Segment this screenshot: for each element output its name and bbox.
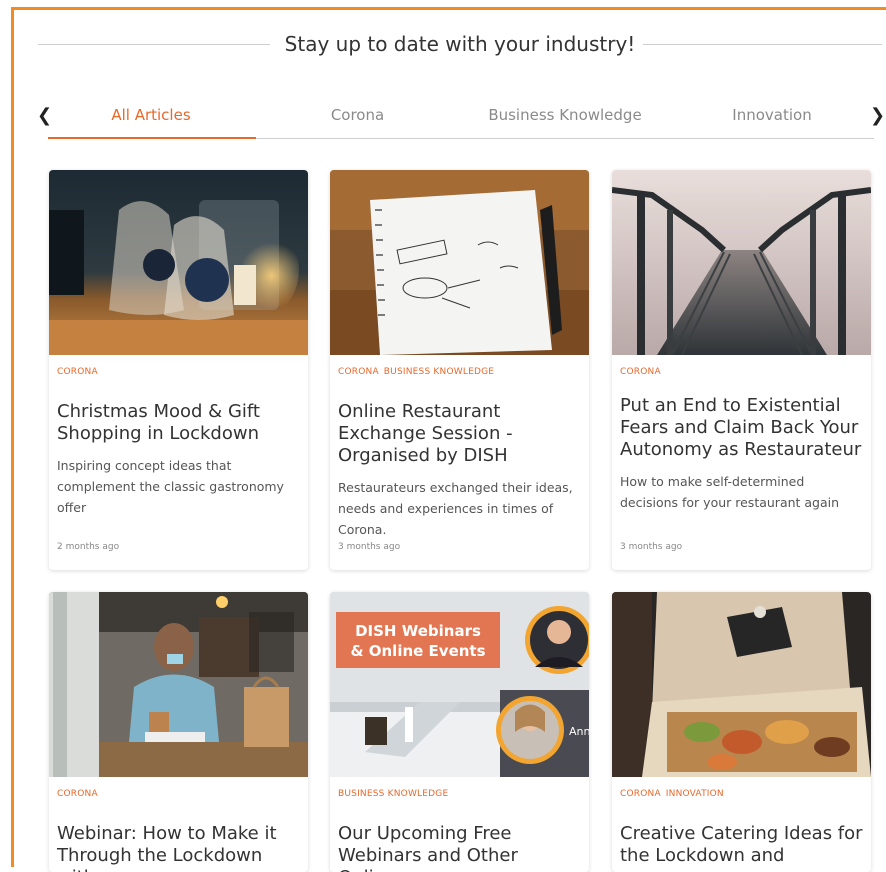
tag-label[interactable]: BUSINESS KNOWLEDGE — [338, 789, 448, 799]
article-title[interactable]: Put an End to Existential Fears and Clai… — [620, 395, 863, 461]
gift-bags-photo — [49, 170, 308, 355]
foggy-bridge-photo — [612, 170, 871, 355]
article-title[interactable]: Webinar: How to Make it Through the Lock… — [57, 823, 300, 872]
webinar-banner: DISH Webinars & Online Events Ann — [330, 592, 589, 777]
catering-box-photo — [612, 592, 871, 777]
article-date: 3 months ago — [338, 542, 401, 552]
article-card[interactable]: CORONA Put an End to Existential Fears a… — [612, 170, 871, 570]
active-tab-indicator — [48, 137, 256, 139]
section-header: Stay up to date with your industry! — [38, 30, 882, 60]
tag-label[interactable]: CORONA — [620, 789, 661, 799]
article-card[interactable]: CORONA BUSINESS KNOWLEDGE Online Restaura… — [330, 170, 589, 570]
banner-title: DISH Webinars — [355, 622, 481, 640]
article-tags: CORONA — [620, 367, 871, 377]
takeaway-counter-photo — [49, 592, 308, 777]
article-tags: CORONA — [57, 367, 308, 377]
tag-label[interactable]: INNOVATION — [666, 789, 724, 799]
article-title[interactable]: Online Restaurant Exchange Session - Org… — [338, 401, 581, 467]
category-tabs: ❮ All Articles Corona Business Knowledge… — [30, 100, 886, 140]
article-card[interactable]: CORONA Christmas Mood & Gift Shopping in… — [49, 170, 308, 570]
tag-label[interactable]: BUSINESS KNOWLEDGE — [384, 367, 494, 377]
article-tags: CORONA INNOVATION — [620, 789, 871, 799]
article-card[interactable]: DISH Webinars & Online Events Ann BUSINE… — [330, 592, 589, 872]
article-tags: BUSINESS KNOWLEDGE — [338, 789, 589, 799]
article-title[interactable]: Our Upcoming Free Webinars and Other Onl… — [338, 823, 581, 872]
article-card[interactable]: CORONA Webinar: How to Make it Through t… — [49, 592, 308, 872]
notebook-photo — [330, 170, 589, 355]
tab-innovation[interactable]: Innovation — [727, 106, 817, 124]
article-title[interactable]: Christmas Mood & Gift Shopping in Lockdo… — [57, 401, 300, 445]
banner-speaker-name: Ann — [569, 725, 589, 738]
article-description: Restaurateurs exchanged their ideas, nee… — [338, 480, 573, 537]
tab-all-articles[interactable]: All Articles — [110, 106, 192, 124]
tag-label[interactable]: CORONA — [57, 789, 98, 799]
chevron-right-icon[interactable]: ❯ — [870, 105, 885, 126]
chevron-left-icon[interactable]: ❮ — [37, 105, 52, 126]
article-date: 2 months ago — [57, 542, 120, 552]
banner-subtitle: & Online Events — [350, 642, 485, 660]
header-divider-right — [643, 44, 882, 45]
article-tags: CORONA — [57, 789, 308, 799]
tag-label[interactable]: CORONA — [57, 367, 98, 377]
article-tags: CORONA BUSINESS KNOWLEDGE — [338, 367, 589, 377]
tab-business-knowledge[interactable]: Business Knowledge — [485, 106, 645, 124]
article-date: 3 months ago — [620, 542, 683, 552]
article-description: Inspiring concept ideas that complement … — [57, 458, 284, 515]
tag-label[interactable]: CORONA — [620, 367, 661, 377]
article-title[interactable]: Creative Catering Ideas for the Lockdown… — [620, 823, 863, 867]
article-description: How to make self-determined decisions fo… — [620, 474, 840, 510]
tag-label[interactable]: CORONA — [338, 367, 379, 377]
tab-corona[interactable]: Corona — [320, 106, 395, 124]
article-card[interactable]: CORONA INNOVATION Creative Catering Ideas… — [612, 592, 871, 872]
